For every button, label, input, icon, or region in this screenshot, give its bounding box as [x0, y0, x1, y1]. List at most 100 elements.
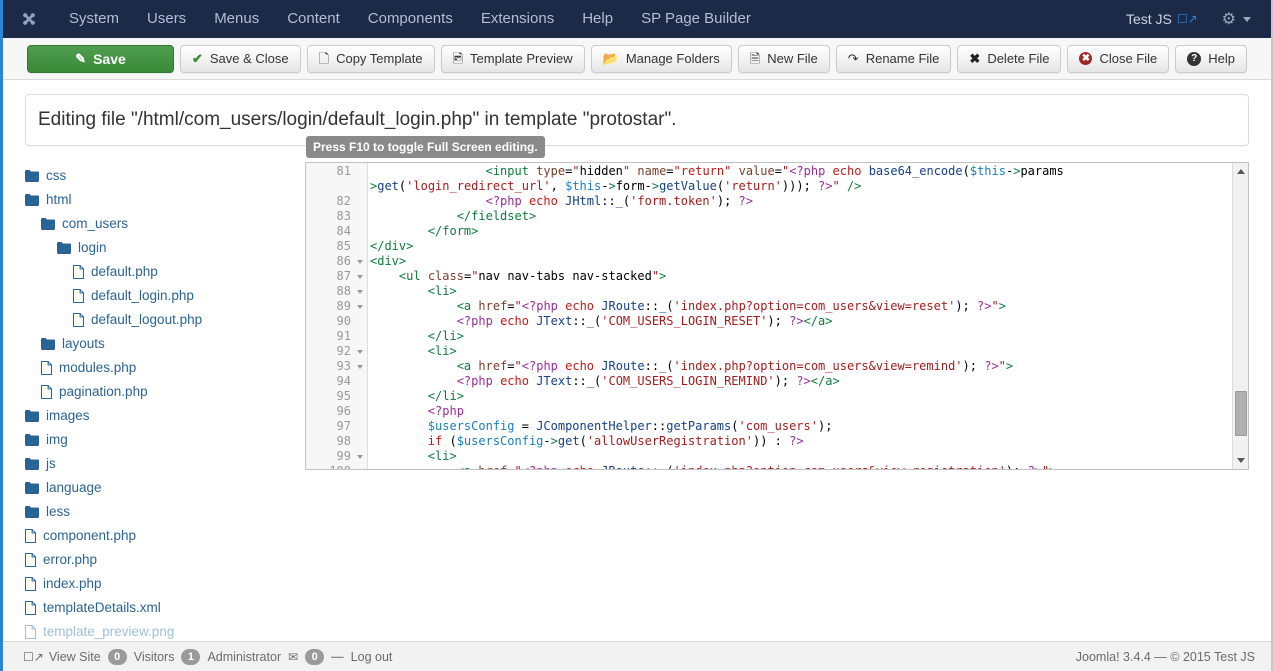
code-line: </li> — [370, 329, 1248, 344]
nav-item-sp-page-builder[interactable]: SP Page Builder — [627, 0, 765, 38]
tree-folder-js[interactable]: js — [25, 452, 297, 476]
joomla-logo-icon[interactable] — [3, 9, 55, 29]
x-icon: ✖ — [969, 52, 980, 65]
fold-triangle-icon[interactable] — [357, 260, 363, 264]
tree-file-default-php[interactable]: default.php — [25, 260, 297, 284]
user-menu-button[interactable]: ⚙ — [1208, 9, 1257, 29]
manage-folders-button[interactable]: 📂 Manage Folders — [591, 45, 732, 73]
code-line: </div> — [370, 239, 1248, 254]
envelope-icon[interactable]: ✉ — [288, 650, 298, 664]
save-button-label: Save — [93, 51, 126, 67]
file-tree: csshtmlcom_userslogindefault.phpdefault_… — [25, 162, 297, 641]
file-icon — [25, 625, 36, 639]
tree-file-component-php[interactable]: component.php — [25, 524, 297, 548]
external-link-icon: ☐↗ — [23, 650, 44, 664]
tree-folder-language[interactable]: language — [25, 476, 297, 500]
editor-vertical-scrollbar[interactable] — [1232, 163, 1248, 469]
top-navbar: System Users Menus Content Components Ex… — [3, 0, 1271, 38]
close-file-button[interactable]: ✖ Close File — [1067, 45, 1169, 73]
file-icon — [25, 553, 36, 567]
fold-triangle-icon[interactable] — [357, 350, 363, 354]
code-line: <a href="<?php echo JRoute::_('index.php… — [370, 299, 1248, 314]
tree-folder-layouts[interactable]: layouts — [25, 332, 297, 356]
pencil-square-icon: ✎ — [75, 52, 86, 65]
gear-icon: ⚙ — [1222, 9, 1236, 29]
site-name-link[interactable]: Test JS ☐↗ — [1116, 11, 1208, 27]
scroll-up-arrow-icon[interactable] — [1233, 164, 1249, 179]
nav-item-help[interactable]: Help — [568, 0, 627, 38]
view-site-label: View Site — [49, 650, 101, 664]
tree-node-label: com_users — [62, 212, 128, 236]
logout-link[interactable]: Log out — [351, 650, 393, 664]
line-number: 83 — [306, 209, 367, 224]
scroll-down-arrow-icon[interactable] — [1233, 453, 1249, 468]
delete-file-button[interactable]: ✖ Delete File — [957, 45, 1061, 73]
tree-node-label: css — [46, 164, 66, 188]
scrollbar-thumb[interactable] — [1235, 391, 1247, 436]
new-file-label: New File — [767, 51, 818, 66]
help-button-label: Help — [1208, 51, 1235, 66]
code-line: >get('login_redirect_url', $this->form->… — [370, 179, 1248, 194]
administrator-count-badge: 1 — [181, 649, 200, 665]
tree-folder-less[interactable]: less — [25, 500, 297, 524]
fold-triangle-icon[interactable] — [357, 305, 363, 309]
tree-folder-css[interactable]: css — [25, 164, 297, 188]
tree-file-default-logout-php[interactable]: default_logout.php — [25, 308, 297, 332]
code-area[interactable]: <input type="hidden" name="return" value… — [368, 163, 1248, 469]
help-button[interactable]: ? Help — [1175, 45, 1247, 73]
code-line: </fieldset> — [370, 209, 1248, 224]
folder-icon — [25, 458, 39, 470]
tree-file-error-php[interactable]: error.php — [25, 548, 297, 572]
tree-node-label: template_preview.png — [43, 620, 174, 641]
line-number: 97 — [306, 419, 367, 434]
tree-folder-com-users[interactable]: com_users — [25, 212, 297, 236]
tree-folder-img[interactable]: img — [25, 428, 297, 452]
copy-template-button[interactable]: 🗋 Copy Template — [307, 45, 435, 73]
line-number: 82 — [306, 194, 367, 209]
tree-node-label: layouts — [62, 332, 105, 356]
tree-file-templatedetails-xml[interactable]: templateDetails.xml — [25, 596, 297, 620]
nav-item-system[interactable]: System — [55, 0, 133, 38]
tree-node-label: login — [78, 236, 107, 260]
fold-triangle-icon[interactable] — [357, 455, 363, 459]
line-number: 86 — [306, 254, 367, 269]
save-and-close-button[interactable]: ✔ Save & Close — [180, 45, 301, 73]
save-and-close-label: Save & Close — [210, 51, 289, 66]
code-editor[interactable]: 8182838485868788899091929394959697989910… — [305, 162, 1249, 470]
editor-toolbar: ✎ Save ✔ Save & Close 🗋 Copy Template 🖻 … — [3, 38, 1271, 80]
fold-triangle-icon[interactable] — [357, 275, 363, 279]
circle-x-icon: ✖ — [1079, 52, 1092, 65]
new-file-button[interactable]: 🗎 New File — [738, 45, 830, 73]
code-line: </li> — [370, 389, 1248, 404]
line-number: 96 — [306, 404, 367, 419]
nav-item-content[interactable]: Content — [273, 0, 354, 38]
nav-item-users[interactable]: Users — [133, 0, 200, 38]
tree-node-label: modules.php — [59, 356, 136, 380]
fold-triangle-icon[interactable] — [357, 290, 363, 294]
save-button[interactable]: ✎ Save — [27, 45, 174, 73]
tree-file-pagination-php[interactable]: pagination.php — [25, 380, 297, 404]
file-icon — [41, 385, 52, 399]
tree-node-label: templateDetails.xml — [43, 596, 161, 620]
nav-item-menus[interactable]: Menus — [200, 0, 273, 38]
line-number: 81 — [306, 164, 367, 179]
tree-node-label: images — [46, 404, 90, 428]
code-line: <li> — [370, 344, 1248, 359]
template-preview-button[interactable]: 🖻 Template Preview — [441, 45, 585, 73]
folder-icon — [41, 338, 55, 350]
image-icon: 🖻 — [453, 52, 463, 65]
code-line: </form> — [370, 224, 1248, 239]
nav-item-extensions[interactable]: Extensions — [467, 0, 568, 38]
tree-folder-login[interactable]: login — [25, 236, 297, 260]
tree-folder-images[interactable]: images — [25, 404, 297, 428]
copyright-label: Joomla! 3.4.4 — © 2015 Test JS — [1076, 650, 1255, 664]
rename-file-button[interactable]: ↷ Rename File — [836, 45, 952, 73]
nav-item-components[interactable]: Components — [354, 0, 467, 38]
code-line: <a href="<?php echo JRoute::_('index.php… — [370, 464, 1248, 469]
view-site-link[interactable]: ☐↗ View Site — [23, 650, 101, 664]
tree-folder-html[interactable]: html — [25, 188, 297, 212]
fold-triangle-icon[interactable] — [357, 365, 363, 369]
tree-file-default-login-php[interactable]: default_login.php — [25, 284, 297, 308]
tree-file-modules-php[interactable]: modules.php — [25, 356, 297, 380]
tree-file-index-php[interactable]: index.php — [25, 572, 297, 596]
